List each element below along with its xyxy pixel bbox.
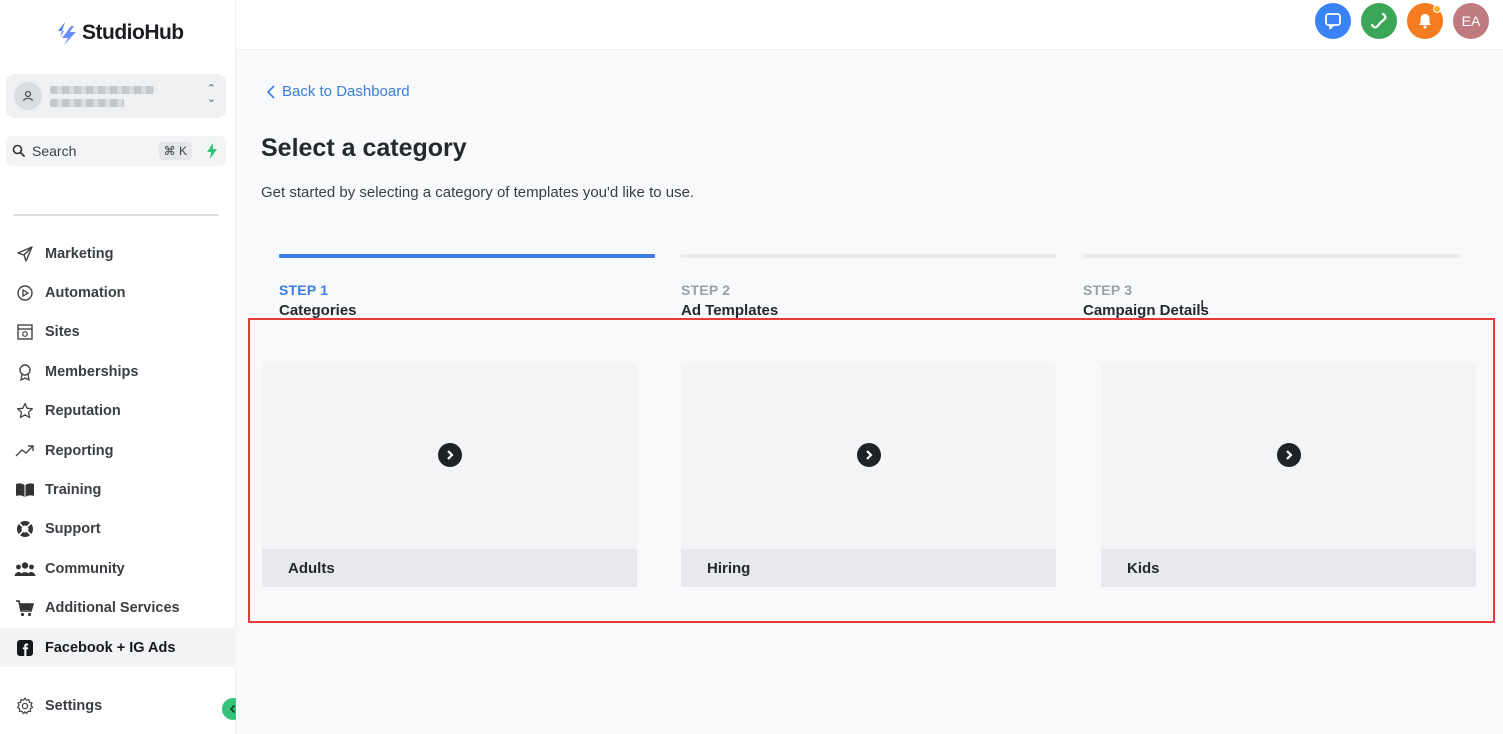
step-number: STEP 3 bbox=[1083, 282, 1133, 298]
sidebar-item-memberships[interactable]: Memberships bbox=[0, 352, 236, 391]
sidebar-item-settings[interactable]: Settings bbox=[0, 690, 236, 722]
sidebar-divider bbox=[14, 214, 218, 216]
back-to-dashboard-link[interactable]: Back to Dashboard bbox=[266, 83, 410, 100]
lifebuoy-icon bbox=[14, 518, 36, 540]
back-label: Back to Dashboard bbox=[282, 83, 410, 100]
gear-icon bbox=[14, 695, 36, 717]
sidebar-item-additional-services[interactable]: Additional Services bbox=[0, 589, 236, 628]
main-content: Back to Dashboard Select a category Get … bbox=[236, 50, 1503, 734]
step-progress-bar bbox=[279, 254, 655, 258]
star-icon bbox=[14, 400, 36, 422]
step-categories[interactable]: STEP 1 Categories bbox=[279, 254, 655, 319]
chevron-left-icon bbox=[266, 84, 275, 99]
facebook-icon bbox=[14, 637, 36, 659]
chat-icon bbox=[1325, 13, 1341, 30]
sidebar-item-marketing[interactable]: Marketing bbox=[0, 234, 236, 273]
step-progress-bar bbox=[1083, 254, 1459, 258]
sidebar-item-label: Automation bbox=[45, 285, 126, 302]
brand-name: StudioHub bbox=[82, 21, 184, 44]
trending-icon bbox=[14, 440, 36, 462]
chat-button[interactable] bbox=[1315, 3, 1351, 39]
phone-button[interactable] bbox=[1361, 3, 1397, 39]
sidebar-item-label: Training bbox=[45, 482, 102, 499]
sidebar-item-sites[interactable]: Sites bbox=[0, 313, 236, 352]
bell-icon bbox=[1419, 14, 1431, 29]
cart-icon bbox=[14, 597, 36, 619]
sidebar-item-label: Community bbox=[45, 560, 125, 577]
step-name: Campaign Details bbox=[1083, 302, 1209, 319]
user-avatar[interactable]: EA bbox=[1453, 3, 1489, 39]
search-label: Search bbox=[32, 143, 77, 159]
user-initials: EA bbox=[1461, 13, 1481, 29]
book-icon bbox=[14, 479, 36, 501]
search-button[interactable]: Search ⌘ K bbox=[6, 136, 226, 166]
phone-icon bbox=[1370, 12, 1387, 29]
sidebar-item-community[interactable]: Community bbox=[0, 549, 236, 588]
step-campaign-details[interactable]: STEP 3 Campaign Details bbox=[1083, 254, 1459, 319]
page-title: Select a category bbox=[261, 134, 467, 162]
search-icon bbox=[12, 144, 26, 158]
sidebar-item-automation[interactable]: Automation bbox=[0, 273, 236, 312]
step-name: Ad Templates bbox=[681, 302, 779, 319]
sidebar-item-label: Support bbox=[45, 521, 101, 538]
step-number: STEP 1 bbox=[279, 282, 329, 298]
step-number: STEP 2 bbox=[681, 282, 731, 298]
sidebar-nav: Marketing Automation Sites Memberships R… bbox=[0, 234, 236, 668]
notification-dot bbox=[1433, 5, 1441, 13]
sites-icon bbox=[14, 321, 36, 343]
stepper: STEP 1 Categories STEP 2 Ad Templates ST… bbox=[279, 254, 1461, 324]
send-icon bbox=[14, 243, 36, 265]
account-switcher[interactable]: ⌃ ⌄ bbox=[6, 74, 226, 118]
sidebar-item-training[interactable]: Training bbox=[0, 470, 236, 509]
automation-icon bbox=[14, 282, 36, 304]
sidebar-item-label: Facebook + IG Ads bbox=[45, 639, 176, 656]
app: StudioHub ⌃ ⌄ Search ⌘ K Marketing Autom… bbox=[0, 0, 1503, 734]
sidebar-item-label: Marketing bbox=[45, 245, 114, 262]
account-avatar bbox=[14, 82, 42, 110]
page-subtitle: Get started by selecting a category of t… bbox=[261, 184, 695, 201]
search-shortcut: ⌘ K bbox=[158, 142, 192, 160]
topbar: EA bbox=[236, 0, 1503, 50]
users-icon bbox=[14, 558, 36, 580]
sidebar-item-reputation[interactable]: Reputation bbox=[0, 392, 236, 431]
bolt-icon[interactable] bbox=[206, 143, 218, 159]
step-name: Categories bbox=[279, 302, 357, 319]
user-icon bbox=[22, 90, 34, 102]
highlight-box bbox=[248, 318, 1495, 623]
sidebar-item-facebook-ig-ads[interactable]: Facebook + IG Ads bbox=[0, 627, 236, 668]
sidebar-item-label: Reputation bbox=[45, 403, 121, 420]
award-icon bbox=[14, 361, 36, 383]
step-ad-templates[interactable]: STEP 2 Ad Templates bbox=[681, 254, 1057, 319]
notifications-button[interactable] bbox=[1407, 3, 1443, 39]
logo-icon bbox=[58, 22, 76, 45]
sidebar-item-support[interactable]: Support bbox=[0, 510, 236, 549]
logo[interactable]: StudioHub bbox=[56, 20, 184, 46]
sidebar-item-label: Additional Services bbox=[45, 600, 180, 617]
step-progress-bar bbox=[681, 254, 1057, 258]
chevron-updown-icon: ⌃ ⌄ bbox=[206, 83, 216, 105]
sidebar-item-label: Memberships bbox=[45, 363, 139, 380]
sidebar-item-label: Reporting bbox=[45, 442, 114, 459]
settings-label: Settings bbox=[45, 698, 103, 714]
topbar-actions: EA bbox=[1315, 3, 1489, 39]
sidebar-item-label: Sites bbox=[45, 324, 80, 341]
sidebar-item-reporting[interactable]: Reporting bbox=[0, 431, 236, 470]
sidebar: StudioHub ⌃ ⌄ Search ⌘ K Marketing Autom… bbox=[0, 0, 244, 734]
account-name-redacted bbox=[50, 85, 154, 107]
text-cursor-icon: I bbox=[1200, 298, 1205, 315]
